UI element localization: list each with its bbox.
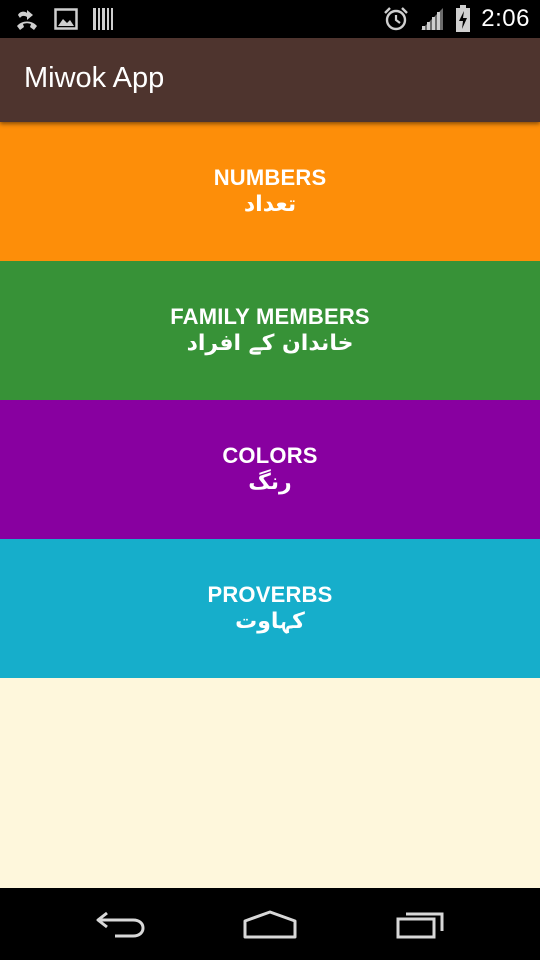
category-label: PROVERBS [207, 581, 333, 607]
category-label: COLORS [222, 442, 318, 468]
back-icon [93, 909, 147, 939]
app-bar: Miwok App [0, 38, 540, 122]
recents-button[interactable] [389, 906, 453, 942]
notification-icons [14, 6, 114, 32]
barcode-icon [92, 7, 114, 31]
home-button[interactable] [238, 906, 302, 942]
status-time: 2:06 [481, 5, 530, 32]
category-label: NUMBERS [213, 164, 327, 190]
app-title: Miwok App [24, 62, 165, 94]
battery-charging-icon [455, 5, 471, 33]
category-colors[interactable]: COLORS رنگ [0, 400, 540, 539]
category-list: NUMBERS تعداد FAMILY MEMBERS خاندان کے ا… [0, 122, 540, 678]
category-proverbs[interactable]: PROVERBS کہاوت [0, 539, 540, 678]
status-bar: 2:06 [0, 0, 540, 38]
navigation-bar [0, 888, 540, 960]
category-sublabel: خاندان کے افراد [186, 330, 354, 356]
screen: 2:06 Miwok App NUMBERS تعداد FAMILY MEMB… [0, 0, 540, 960]
call-forward-icon [14, 6, 40, 32]
image-icon [54, 8, 78, 30]
category-sublabel: تعداد [243, 191, 297, 217]
signal-icon [419, 6, 445, 32]
category-sublabel: رنگ [248, 469, 292, 495]
category-sublabel: کہاوت [235, 608, 305, 634]
category-family-members[interactable]: FAMILY MEMBERS خاندان کے افراد [0, 261, 540, 400]
category-label: FAMILY MEMBERS [170, 303, 370, 329]
system-status: 2:06 [383, 4, 530, 34]
back-button[interactable] [88, 906, 152, 942]
recents-icon [394, 909, 448, 939]
category-numbers[interactable]: NUMBERS تعداد [0, 122, 540, 261]
alarm-icon [383, 6, 409, 32]
home-icon [241, 909, 299, 939]
